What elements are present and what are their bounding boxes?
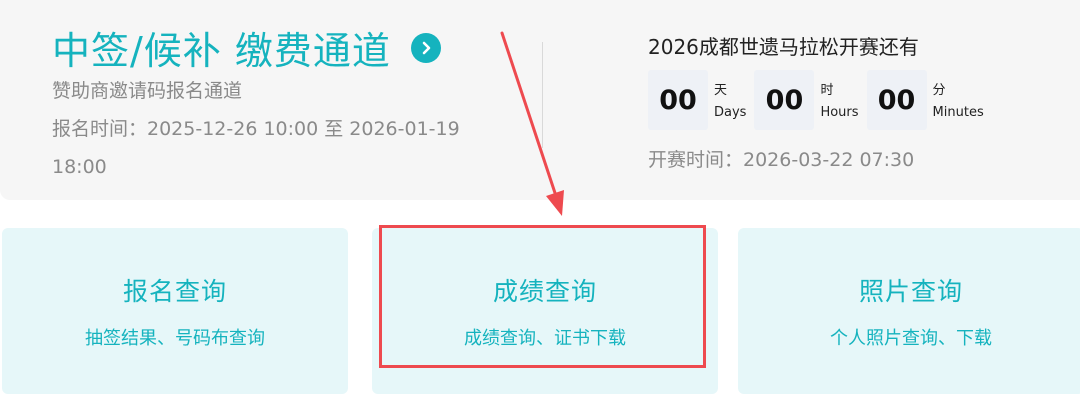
card-title: 报名查询 — [122, 277, 227, 306]
countdown-hours-en: Hours — [820, 105, 859, 120]
subtitle: 赞助商邀请码报名通道 — [52, 80, 243, 102]
countdown-days: 00 天 Days — [648, 70, 746, 130]
divider — [542, 42, 543, 148]
card-title: 成绩查询 — [492, 277, 597, 306]
countdown-minutes: 00 分 Minutes — [866, 70, 984, 130]
card-subtitle: 个人照片查询、下载 — [830, 328, 992, 349]
countdown-minutes-en: Minutes — [932, 105, 984, 120]
results-query-card[interactable]: 成绩查询 成绩查询、证书下载 — [372, 228, 718, 394]
page-title[interactable]: 中签/候补 缴费通道 — [52, 20, 391, 75]
countdown-days-value: 00 — [648, 70, 708, 130]
countdown-minutes-label: 分 Minutes — [933, 80, 984, 124]
countdown: 00 天 Days 00 时 Hours 00 分 Minutes — [648, 70, 992, 130]
photo-query-card[interactable]: 照片查询 个人照片查询、下载 — [738, 228, 1080, 394]
event-info-panel: 中签/候补 缴费通道 赞助商邀请码报名通道 报名时间：2025-12-26 10… — [0, 0, 1080, 200]
countdown-days-label: 天 Days — [714, 80, 746, 124]
title-row[interactable]: 中签/候补 缴费通道 — [52, 20, 441, 75]
countdown-days-zh: 天 — [714, 83, 728, 98]
registration-query-card[interactable]: 报名查询 抽签结果、号码布查询 — [2, 228, 348, 394]
countdown-hours: 00 时 Hours — [754, 70, 859, 130]
countdown-hours-label: 时 Hours — [820, 80, 858, 124]
countdown-days-en: Days — [714, 105, 747, 120]
card-subtitle: 抽签结果、号码布查询 — [85, 328, 265, 349]
countdown-title: 2026成都世遗马拉松开赛还有 — [648, 35, 919, 59]
countdown-hours-value: 00 — [754, 70, 815, 130]
chevron-right-icon[interactable] — [410, 32, 441, 63]
countdown-hours-zh: 时 — [820, 83, 834, 98]
race-start-time: 开赛时间：2026-03-22 07:30 — [648, 149, 915, 171]
countdown-minutes-zh: 分 — [932, 83, 946, 98]
card-subtitle: 成绩查询、证书下载 — [464, 328, 626, 349]
registration-time: 报名时间：2025-12-26 10:00 至 2026-01-19 18:00 — [52, 118, 460, 178]
card-title: 照片查询 — [858, 277, 963, 306]
countdown-minutes-value: 00 — [866, 70, 927, 130]
